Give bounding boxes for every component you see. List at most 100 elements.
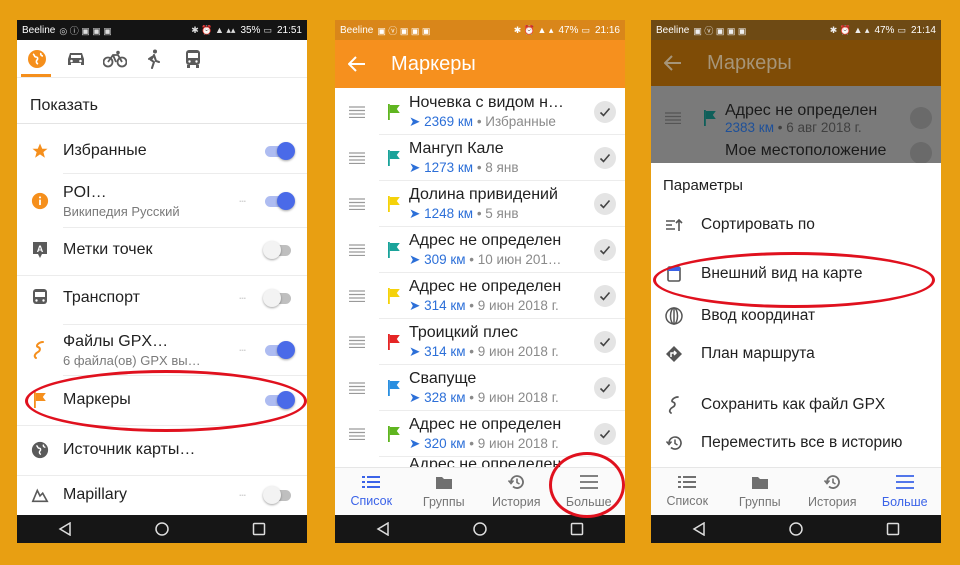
marker-list-item[interactable]: Мангуп Кале ➤ 1273 км • 8 янв <box>335 135 625 181</box>
drag-handle-icon[interactable] <box>335 106 379 118</box>
nav-tab-label: Группы <box>422 494 465 509</box>
recents-nav-icon[interactable] <box>252 522 266 536</box>
layer-subtitle: 6 файла(ов) GPX вы… <box>63 352 201 368</box>
drag-handle-icon[interactable] <box>335 290 379 302</box>
layer-row-point-labels[interactable]: A Метки точек <box>17 229 307 271</box>
page-title: Маркеры <box>707 51 792 74</box>
check-icon[interactable] <box>585 423 625 445</box>
nav-tab-groups[interactable]: Группы <box>724 468 797 515</box>
marker-info: • Избранные <box>476 114 556 129</box>
divider <box>17 425 307 426</box>
layer-row-mapillary[interactable]: Mapillary ┄ <box>17 475 307 515</box>
marker-list-item[interactable]: Троицкий плес ➤ 314 км • 9 июн 2018 г. <box>335 319 625 365</box>
car-icon[interactable] <box>56 40 95 78</box>
check-icon[interactable] <box>585 147 625 169</box>
drag-handle-icon[interactable] <box>335 152 379 164</box>
option-move-to-history[interactable]: Переместить все в историю <box>651 426 941 460</box>
back-nav-icon[interactable] <box>692 522 706 536</box>
more-dots-icon[interactable]: ┄ <box>233 195 251 208</box>
status-bar: Beeline ▣ ⓥ ▣ ▣ ▣ ✱ ⏰ ▲ ▴ 47% ▭ 21:14 <box>651 20 941 40</box>
layer-row-favorites[interactable]: Избранные <box>17 130 307 172</box>
signal-icons: ✱ ⏰ ▲ ▴ <box>513 24 554 35</box>
bus-icon[interactable] <box>173 40 212 78</box>
nav-tab-history[interactable]: История <box>480 468 553 515</box>
drag-handle-icon[interactable] <box>335 244 379 256</box>
option-label: Сортировать по <box>701 216 815 233</box>
drag-handle-icon[interactable] <box>335 198 379 210</box>
toggle-switch[interactable] <box>263 241 293 259</box>
home-nav-icon[interactable] <box>473 522 487 536</box>
toggle-switch[interactable] <box>265 192 295 210</box>
option-sort[interactable]: Сортировать по <box>651 208 941 242</box>
option-route-plan[interactable]: План маршрута <box>651 337 941 371</box>
layer-row-poi[interactable]: POI… Википедия Русский ┄ <box>17 177 307 225</box>
back-nav-icon[interactable] <box>58 522 72 536</box>
drag-handle-icon[interactable] <box>335 428 379 440</box>
toggle-switch[interactable] <box>265 341 295 359</box>
bicycle-icon[interactable] <box>95 40 134 78</box>
phone-markers-list: Beeline ▣ ⓥ ▣ ▣ ▣ ✱ ⏰ ▲ ▴ 47% ▭ 21:16 Ма… <box>335 20 625 543</box>
marker-list-item[interactable]: Долина привидений ➤ 1248 км • 5 янв <box>335 181 625 227</box>
marker-list-item[interactable]: Адрес не определен ➤ 320 км • 9 июн 2018 … <box>335 411 625 457</box>
pedestrian-icon[interactable] <box>134 40 173 78</box>
layer-row-gpx-files[interactable]: Файлы GPX… 6 файла(ов) GPX вы… ┄ <box>17 326 307 374</box>
toggle-switch[interactable] <box>263 486 293 504</box>
marker-list-item[interactable]: Свапуще ➤ 328 км • 9 июн 2018 г. <box>335 365 625 411</box>
nav-tab-more[interactable]: Больше <box>869 468 942 515</box>
home-nav-icon[interactable] <box>155 522 169 536</box>
recents-nav-icon[interactable] <box>886 522 900 536</box>
toggle-switch[interactable] <box>263 289 293 307</box>
marker-list-item[interactable]: Адрес не определен ➤ 314 км • 9 июн 2018 … <box>335 273 625 319</box>
bottom-navigation: Список Группы История Больше <box>651 467 941 515</box>
system-nav-bar <box>335 515 625 543</box>
more-dots-icon[interactable]: ┄ <box>233 344 251 357</box>
option-map-appearance[interactable]: Внешний вид на карте <box>651 257 941 291</box>
more-dots-icon[interactable]: ┄ <box>233 292 251 305</box>
check-icon[interactable] <box>585 331 625 353</box>
back-arrow-icon[interactable] <box>651 55 695 71</box>
marker-info: • 9 июн 2018 г. <box>469 298 559 313</box>
globe-icon[interactable] <box>17 40 56 78</box>
save-gpx-icon <box>651 396 697 414</box>
system-nav-bar <box>651 515 941 543</box>
back-arrow-icon[interactable] <box>335 56 379 72</box>
layer-row-map-source[interactable]: Источник карты… <box>17 427 307 473</box>
nav-tab-list[interactable]: Список <box>335 468 408 515</box>
toggle-switch[interactable] <box>265 391 295 409</box>
marker-list-item[interactable]: Адрес не определен ➤ 309 км • 10 июн 201… <box>335 227 625 273</box>
check-icon[interactable] <box>585 101 625 123</box>
check-icon <box>901 107 941 129</box>
check-icon[interactable] <box>585 377 625 399</box>
drag-handle-icon[interactable] <box>335 336 379 348</box>
app-mode-bar <box>17 40 307 78</box>
option-enter-coordinates[interactable]: Ввод координат <box>651 299 941 333</box>
marker-list-item[interactable]: Ночевка с видом н… ➤ 2369 км • Избранные <box>335 89 625 135</box>
marker-distance: 314 км <box>424 344 466 359</box>
toggle-switch[interactable] <box>265 142 295 160</box>
check-icon[interactable] <box>585 285 625 307</box>
nav-tab-groups[interactable]: Группы <box>408 468 481 515</box>
layer-row-transport[interactable]: Транспорт ┄ <box>17 277 307 319</box>
back-nav-icon[interactable] <box>376 522 390 536</box>
home-nav-icon[interactable] <box>789 522 803 536</box>
marker-name: Ночевка с видом н… <box>409 94 564 111</box>
layer-row-markers[interactable]: Маркеры <box>17 376 307 424</box>
distance-arrow-icon: ➤ <box>409 114 425 129</box>
check-icon[interactable] <box>585 193 625 215</box>
divider <box>63 227 307 228</box>
more-dots-icon[interactable]: ┄ <box>233 489 251 502</box>
nav-tab-history[interactable]: История <box>796 468 869 515</box>
appearance-icon <box>651 265 697 283</box>
check-icon[interactable] <box>585 239 625 261</box>
groups-folder-icon <box>435 475 453 493</box>
nav-tab-list[interactable]: Список <box>651 468 724 515</box>
nav-tab-more[interactable]: Больше <box>553 468 626 515</box>
nav-tab-label: История <box>492 495 541 509</box>
recents-nav-icon[interactable] <box>570 522 584 536</box>
distance-arrow-icon: ➤ <box>409 298 425 313</box>
drag-handle-icon[interactable] <box>335 382 379 394</box>
option-save-gpx[interactable]: Сохранить как файл GPX <box>651 388 941 422</box>
marker-distance: 2383 км <box>725 119 774 135</box>
globe-icon <box>17 441 63 459</box>
nav-tab-label: Список <box>666 494 709 508</box>
